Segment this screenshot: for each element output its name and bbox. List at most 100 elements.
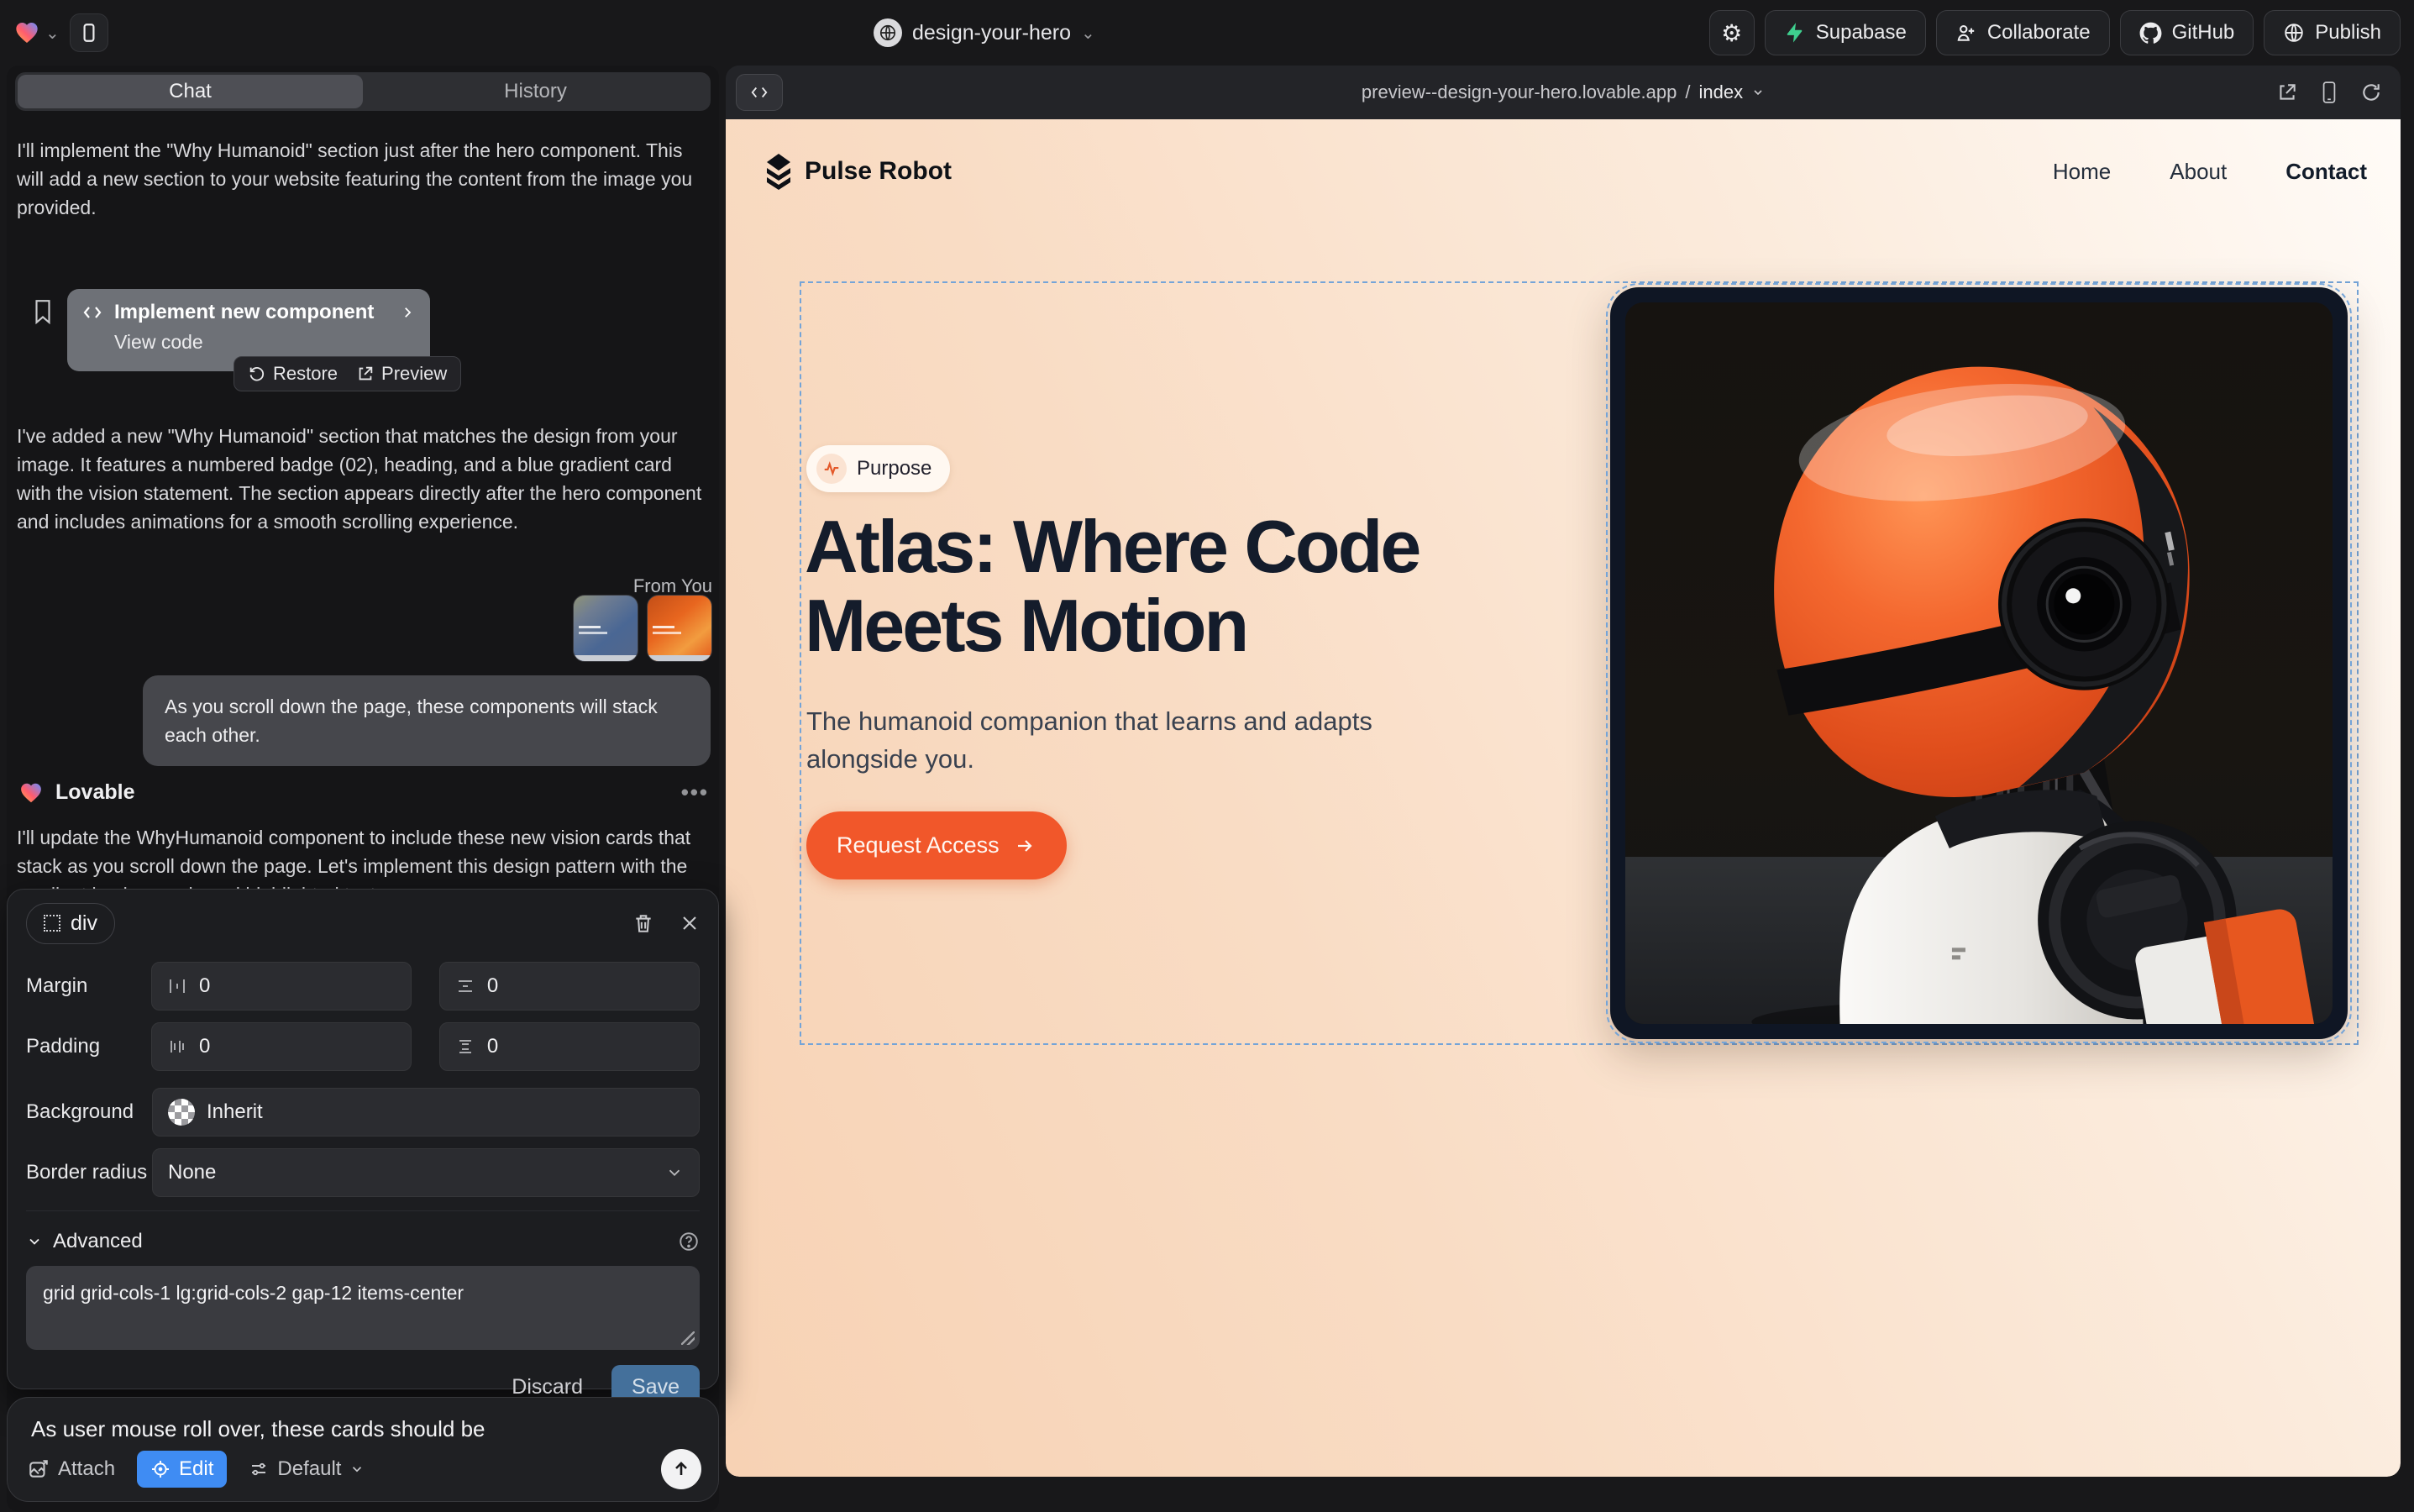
preview-page: index — [1698, 81, 1743, 103]
publish-button[interactable]: Publish — [2264, 10, 2401, 55]
target-icon — [150, 1459, 171, 1479]
bookmark-icon[interactable] — [32, 299, 54, 324]
border-radius-select[interactable]: None — [152, 1148, 700, 1197]
project-switcher[interactable]: design-your-hero ⌄ — [874, 0, 1095, 66]
collaborate-button[interactable]: Collaborate — [1936, 10, 2110, 55]
url-separator: / — [1685, 81, 1690, 103]
component-card-title: Implement new component — [114, 301, 374, 324]
open-in-new-tab-icon[interactable] — [2276, 81, 2298, 103]
margin-vertical-icon — [455, 976, 475, 996]
padding-x-input[interactable]: 0 — [151, 1022, 412, 1071]
model-selector[interactable]: Default — [249, 1457, 365, 1481]
hero-heading-line-2: Meets Motion — [805, 586, 1419, 665]
view-code-link[interactable]: View code — [114, 331, 415, 354]
thumb-text-line — [579, 626, 601, 628]
background-value: Inherit — [207, 1100, 263, 1124]
refresh-icon[interactable] — [2360, 81, 2382, 103]
border-radius-label: Border radius — [26, 1161, 152, 1184]
tab-history[interactable]: History — [363, 75, 708, 108]
edit-label: Edit — [179, 1457, 213, 1481]
restore-icon — [248, 365, 266, 383]
hero-robot-card — [1610, 287, 2348, 1039]
project-globe-icon — [874, 18, 902, 47]
user-message-bubble: As you scroll down the page, these compo… — [143, 675, 711, 766]
padding-label: Padding — [26, 1035, 151, 1058]
chat-composer[interactable]: As user mouse roll over, these cards sho… — [7, 1397, 719, 1502]
site-header: Pulse Robot Home About Contact — [764, 148, 2367, 195]
close-icon[interactable] — [680, 913, 700, 933]
chevron-down-icon — [1751, 86, 1765, 99]
preview-url: preview--design-your-hero.lovable.app — [1362, 81, 1677, 103]
preview-label: Preview — [381, 363, 447, 385]
gear-icon: ⚙ — [1721, 19, 1742, 47]
send-button[interactable] — [661, 1449, 701, 1489]
advanced-label[interactable]: Advanced — [53, 1230, 143, 1253]
element-inspector-panel: div Margin 0 0 Padding 0 0 Backgroun — [7, 889, 719, 1389]
message-menu-icon[interactable]: ••• — [681, 780, 709, 806]
nav-about[interactable]: About — [2170, 159, 2227, 185]
assistant-header: Lovable ••• — [18, 780, 709, 806]
mobile-view-icon[interactable] — [2320, 81, 2338, 104]
padding-y-value: 0 — [487, 1035, 498, 1058]
pulse-robot-logo-icon — [764, 153, 793, 190]
preview-header: preview--design-your-hero.lovable.app / … — [726, 66, 2401, 119]
chevron-right-icon — [400, 305, 415, 320]
assistant-message-1: I'll implement the "Why Humanoid" sectio… — [17, 136, 707, 222]
discard-button[interactable]: Discard — [512, 1375, 583, 1399]
element-tag: div — [71, 911, 97, 936]
hero-robot-image — [1625, 302, 2333, 1024]
sliders-icon — [249, 1459, 269, 1479]
margin-y-value: 0 — [487, 974, 498, 998]
toggle-sidebar-button[interactable] — [70, 13, 108, 52]
collaborate-icon — [1955, 22, 1977, 44]
help-icon[interactable] — [678, 1231, 700, 1252]
preview-url-bar[interactable]: preview--design-your-hero.lovable.app / … — [726, 66, 2401, 119]
preview-button[interactable]: Preview — [356, 363, 447, 385]
nav-home[interactable]: Home — [2053, 159, 2111, 185]
restore-button[interactable]: Restore — [248, 363, 338, 385]
chevron-down-icon — [349, 1462, 365, 1477]
attachment-thumbnail-blue[interactable] — [573, 595, 638, 662]
collaborate-label: Collaborate — [1987, 21, 2091, 45]
thumb-text-line — [653, 626, 674, 628]
margin-label: Margin — [26, 974, 151, 998]
margin-y-input[interactable]: 0 — [439, 962, 700, 1011]
top-bar: ⌄ design-your-hero ⌄ ⚙ Supabase Collabor… — [0, 0, 2414, 66]
request-access-button[interactable]: Request Access — [806, 811, 1067, 879]
padding-y-input[interactable]: 0 — [439, 1022, 700, 1071]
site-brand[interactable]: Pulse Robot — [764, 153, 952, 190]
card-hover-toolbar: Restore Preview — [234, 356, 461, 391]
github-button[interactable]: GitHub — [2120, 10, 2254, 55]
tab-chat[interactable]: Chat — [18, 75, 363, 108]
classes-value: grid grid-cols-1 lg:grid-cols-2 gap-12 i… — [43, 1282, 464, 1304]
attach-button[interactable]: Attach — [28, 1457, 115, 1481]
border-radius-value: None — [168, 1161, 216, 1184]
background-input[interactable]: Inherit — [152, 1088, 700, 1137]
attachment-thumbnail-orange[interactable] — [647, 595, 712, 662]
nav-contact[interactable]: Contact — [2285, 159, 2367, 185]
resize-handle[interactable] — [681, 1331, 695, 1345]
robot-illustration — [1625, 302, 2333, 1024]
selected-element-pill[interactable]: div — [26, 903, 115, 944]
padding-x-value: 0 — [199, 1035, 210, 1058]
sidebar-icon — [78, 22, 100, 44]
chevron-down-icon[interactable] — [26, 1233, 43, 1250]
background-label: Background — [26, 1100, 152, 1124]
hero-heading: Atlas: Where Code Meets Motion — [805, 507, 1419, 665]
chevron-down-icon: ⌄ — [45, 23, 60, 44]
arrow-right-icon — [1013, 836, 1036, 856]
settings-button[interactable]: ⚙ — [1709, 10, 1755, 55]
mode-label: Default — [277, 1457, 341, 1481]
margin-horizontal-icon — [167, 976, 187, 996]
composer-input[interactable]: As user mouse roll over, these cards sho… — [31, 1416, 695, 1442]
publish-label: Publish — [2315, 21, 2381, 45]
attach-image-icon — [28, 1458, 50, 1480]
margin-x-input[interactable]: 0 — [151, 962, 412, 1011]
preview-panel: preview--design-your-hero.lovable.app / … — [726, 66, 2401, 1477]
edit-mode-button[interactable]: Edit — [137, 1451, 227, 1488]
tailwind-classes-textarea[interactable]: grid grid-cols-1 lg:grid-cols-2 gap-12 i… — [26, 1266, 700, 1350]
trash-icon[interactable] — [632, 912, 654, 934]
lovable-logo-menu[interactable]: ⌄ — [13, 19, 60, 46]
lovable-heart-icon — [13, 19, 40, 46]
supabase-button[interactable]: Supabase — [1765, 10, 1926, 55]
